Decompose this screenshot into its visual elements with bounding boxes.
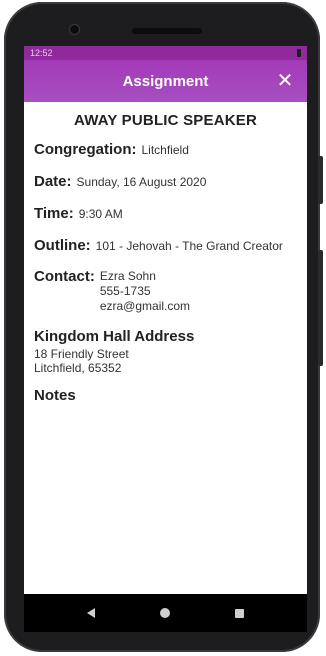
earpiece-speaker [132, 28, 202, 34]
outline-label: Outline: [34, 237, 91, 254]
outline-value: 101 - Jehovah - The Grand Creator [95, 239, 283, 253]
contact-phone[interactable]: 555-1735 [100, 284, 190, 299]
navigation-bar [24, 594, 307, 632]
volume-button [318, 250, 323, 366]
screen: 12:52 Assignment ✕ AWAY PUBLIC SPEAKER C… [24, 46, 307, 632]
phone-frame: 12:52 Assignment ✕ AWAY PUBLIC SPEAKER C… [4, 2, 320, 652]
address-line-2: Litchfield, 65352 [34, 361, 122, 375]
assignment-details: AWAY PUBLIC SPEAKER Congregation: Litchf… [24, 102, 307, 404]
close-icon[interactable]: ✕ [275, 71, 295, 91]
time-row: Time: 9:30 AM [34, 205, 297, 222]
congregation-value: Litchfield [141, 143, 189, 157]
contact-name: Ezra Sohn [99, 269, 156, 283]
home-icon[interactable] [159, 608, 170, 618]
address-line-1: 18 Friendly Street [34, 347, 129, 361]
camera-icon [70, 25, 79, 34]
contact-details: Ezra Sohn 555-1735 ezra@gmail.com [100, 269, 190, 314]
back-icon[interactable] [86, 608, 95, 618]
status-time: 12:52 [30, 48, 53, 58]
app-bar: Assignment ✕ [24, 60, 307, 102]
power-button [318, 156, 323, 204]
time-label: Time: [34, 205, 74, 222]
congregation-label: Congregation: [34, 141, 137, 158]
notes-title: Notes [34, 387, 76, 404]
kingdom-hall-address: 18 Friendly Street Litchfield, 65352 [34, 347, 297, 375]
kingdom-hall-title: Kingdom Hall Address [34, 328, 195, 345]
status-bar: 12:52 [24, 46, 307, 60]
recents-icon[interactable] [235, 608, 245, 618]
assignment-heading: AWAY PUBLIC SPEAKER [73, 112, 257, 129]
contact-row: Contact: Ezra Sohn 555-1735 ezra@gmail.c… [34, 268, 297, 314]
contact-label: Contact: [34, 268, 95, 285]
contact-email[interactable]: ezra@gmail.com [100, 299, 190, 314]
page-title: Assignment [122, 72, 209, 90]
date-row: Date: Sunday, 16 August 2020 [34, 173, 297, 190]
congregation-row: Congregation: Litchfield [34, 141, 297, 158]
battery-icon [297, 49, 301, 57]
date-value: Sunday, 16 August 2020 [76, 175, 207, 189]
outline-row: Outline: 101 - Jehovah - The Grand Creat… [34, 237, 297, 254]
date-label: Date: [34, 173, 72, 190]
time-value: 9:30 AM [78, 207, 123, 221]
